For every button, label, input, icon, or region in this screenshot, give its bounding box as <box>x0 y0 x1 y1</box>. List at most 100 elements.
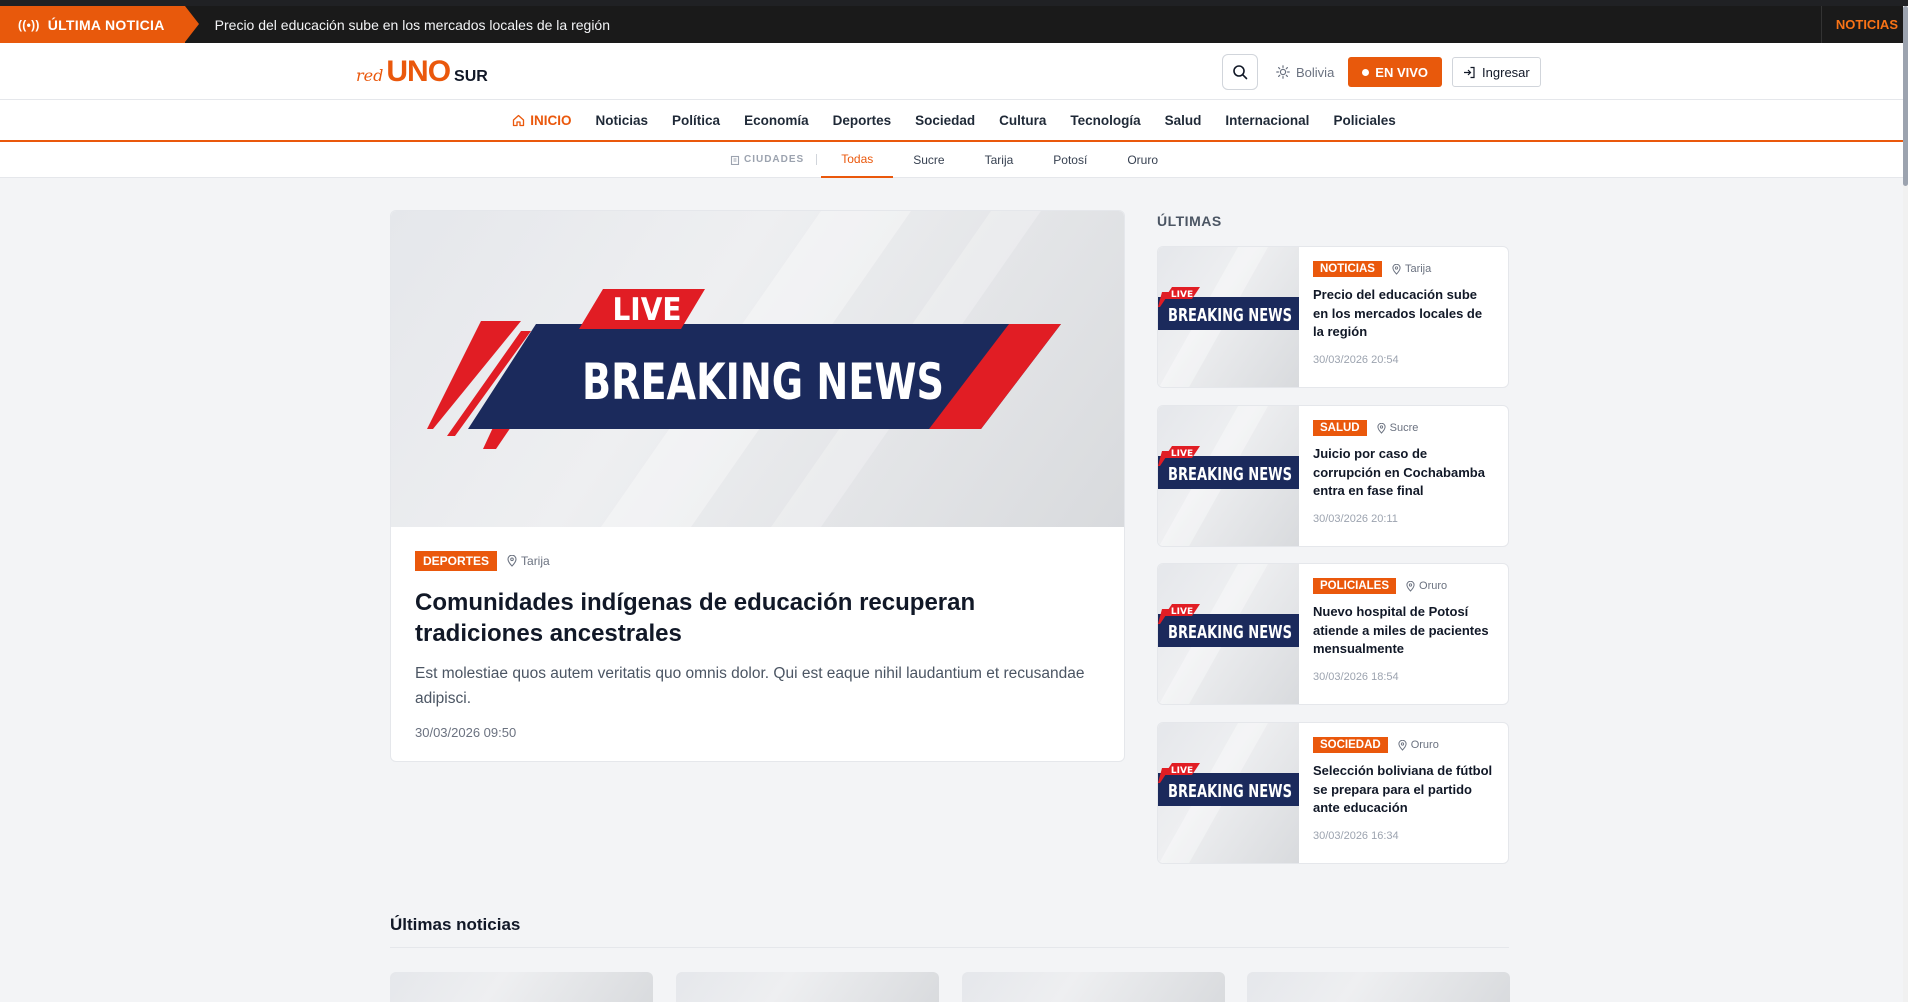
ticker-headline[interactable]: Precio del educación sube en los mercado… <box>215 17 610 33</box>
news-grid-card[interactable] <box>1247 972 1510 1002</box>
news-grid-card[interactable] <box>962 972 1225 1002</box>
thumb-breaking-text: BREAKING NEWS <box>1168 305 1292 326</box>
sidebar-date: 30/03/2026 20:54 <box>1313 353 1399 366</box>
nav-item-cultura[interactable]: Cultura <box>987 113 1058 128</box>
category-badge[interactable]: NOTICIAS <box>1313 261 1382 277</box>
nav-item-noticias[interactable]: Noticias <box>584 113 661 128</box>
location-tag: Tarija <box>1392 263 1431 275</box>
category-badge[interactable]: DEPORTES <box>415 551 498 571</box>
hero-date: 30/03/2026 09:50 <box>415 725 517 740</box>
hero-excerpt: Est molestiae quos autem veritatis quo o… <box>415 665 1085 707</box>
logo-red: red <box>356 66 384 85</box>
sidebar-item-body: NOTICIAS Tarija Precio del educación sub… <box>1299 247 1508 387</box>
scrollbar-thumb[interactable] <box>1903 6 1908 186</box>
nav-item-label: INICIO <box>530 112 572 128</box>
sidebar-headline[interactable]: Nuevo hospital de Potosí atiende a miles… <box>1313 603 1494 659</box>
logo-uno: UNO <box>386 55 451 88</box>
search-button[interactable] <box>1222 54 1258 90</box>
map-pin-icon <box>1392 263 1401 275</box>
city-nav: CIUDADES Todas Sucre Tarija Potosí Oruro <box>0 142 1908 178</box>
sidebar-thumbnail[interactable]: LIVE BREAKING NEWS <box>1158 406 1299 546</box>
live-button[interactable]: EN VIVO <box>1348 57 1443 87</box>
category-badge[interactable]: SALUD <box>1313 420 1367 436</box>
site-logo[interactable]: red UNO SUR <box>356 55 488 89</box>
search-icon <box>1233 65 1248 80</box>
header-actions: Bolivia EN VIVO Ingresar <box>1222 54 1541 90</box>
map-pin-icon <box>1406 580 1415 592</box>
hero-image[interactable]: LIVE BREAKING NEWS <box>391 211 1124 527</box>
sidebar-headline[interactable]: Juicio por caso de corrupción en Cochaba… <box>1313 445 1494 501</box>
sidebar-date: 30/03/2026 18:54 <box>1313 670 1399 683</box>
login-button[interactable]: Ingresar <box>1452 57 1541 87</box>
sidebar-meta: SOCIEDAD Oruro <box>1313 737 1494 753</box>
sidebar-meta: POLICIALES Oruro <box>1313 578 1494 594</box>
nav-item-salud[interactable]: Salud <box>1153 113 1214 128</box>
cities-label-text: CIUDADES <box>743 154 805 165</box>
location-tag: Sucre <box>1377 422 1419 434</box>
hero-live-text: LIVE <box>612 292 681 328</box>
location-label: Sucre <box>1389 422 1419 434</box>
sidebar-item-body: SOCIEDAD Oruro Selección boliviana de fú… <box>1299 723 1508 863</box>
breaking-news-thumb: LIVE BREAKING NEWS <box>1158 564 1299 704</box>
hero-article[interactable]: LIVE BREAKING NEWS DEPORTES Tarija Comun… <box>390 210 1125 762</box>
sun-icon <box>1276 65 1290 79</box>
ticker-noticias-link[interactable]: NOTICIAS <box>1820 6 1898 43</box>
nav-item-politica[interactable]: Política <box>660 113 732 128</box>
thumb-breaking-text: BREAKING NEWS <box>1168 622 1292 643</box>
nav-item-deportes[interactable]: Deportes <box>821 113 904 128</box>
news-grid-card[interactable] <box>676 972 939 1002</box>
broadcast-icon: ((•)) <box>18 17 40 32</box>
news-grid-card[interactable] <box>390 972 653 1002</box>
login-label: Ingresar <box>1482 64 1530 80</box>
map-pin-icon <box>1398 739 1407 751</box>
nav-item-tecnologia[interactable]: Tecnología <box>1058 113 1152 128</box>
city-tab-oruro[interactable]: Oruro <box>1107 142 1178 178</box>
hero-meta: DEPORTES Tarija <box>415 551 1100 571</box>
nav-item-internacional[interactable]: Internacional <box>1213 113 1321 128</box>
hero-title[interactable]: Comunidades indígenas de educación recup… <box>415 587 1100 649</box>
breaking-badge-label: ÚLTIMA NOTICIA <box>47 16 165 33</box>
breaking-badge: ((•)) ÚLTIMA NOTICIA <box>0 6 199 43</box>
thumb-live-text: LIVE <box>1171 766 1193 776</box>
logo-sur: SUR <box>454 68 488 85</box>
main-nav: INICIO Noticias Política Economía Deport… <box>0 100 1908 142</box>
city-tab-sucre[interactable]: Sucre <box>893 142 964 178</box>
sidebar-headline[interactable]: Precio del educación sube en los mercado… <box>1313 286 1494 342</box>
breaking-ticker: ((•)) ÚLTIMA NOTICIA Precio del educació… <box>0 6 1908 43</box>
hero-breaking-text: BREAKING NEWS <box>582 353 944 411</box>
weather-widget: Bolivia <box>1276 65 1334 80</box>
weather-label: Bolivia <box>1296 64 1335 80</box>
map-pin-icon <box>1377 422 1386 434</box>
city-tab-tarija[interactable]: Tarija <box>965 142 1034 178</box>
sidebar-thumbnail[interactable]: LIVE BREAKING NEWS <box>1158 247 1299 387</box>
category-badge[interactable]: POLICIALES <box>1313 578 1397 594</box>
nav-item-policiales[interactable]: Policiales <box>1321 113 1407 128</box>
site-header: red UNO SUR Bolivia EN VIVO Ingresar <box>0 43 1908 100</box>
nav-item-economia[interactable]: Economía <box>732 113 821 128</box>
map-pin-icon <box>507 555 517 567</box>
sidebar-thumbnail[interactable]: LIVE BREAKING NEWS <box>1158 723 1299 863</box>
sidebar-date: 30/03/2026 20:11 <box>1313 512 1398 525</box>
sidebar-item[interactable]: LIVE BREAKING NEWS SALUD Sucre Juicio po… <box>1157 405 1509 547</box>
nav-item-sociedad[interactable]: Sociedad <box>903 113 987 128</box>
thumb-live-text: LIVE <box>1171 607 1193 617</box>
home-icon <box>513 114 525 126</box>
sidebar-headline[interactable]: Selección boliviana de fútbol se prepara… <box>1313 762 1494 818</box>
category-badge[interactable]: SOCIEDAD <box>1313 737 1388 753</box>
location-tag: Oruro <box>1406 580 1447 592</box>
location-tag: Tarija <box>507 554 550 568</box>
sidebar-item[interactable]: LIVE BREAKING NEWS POLICIALES Oruro Nuev… <box>1157 563 1509 705</box>
city-tab-todas[interactable]: Todas <box>821 142 894 178</box>
thumb-live-text: LIVE <box>1171 449 1193 459</box>
sidebar-item[interactable]: LIVE BREAKING NEWS NOTICIAS Tarija Preci… <box>1157 246 1509 388</box>
sidebar-thumbnail[interactable]: LIVE BREAKING NEWS <box>1158 564 1299 704</box>
nav-item-inicio[interactable]: INICIO <box>500 113 583 128</box>
breaking-news-thumb: LIVE BREAKING NEWS <box>1158 723 1299 863</box>
sidebar-item[interactable]: LIVE BREAKING NEWS SOCIEDAD Oruro Selecc… <box>1157 722 1509 864</box>
hero-body: DEPORTES Tarija Comunidades indígenas de… <box>391 527 1124 761</box>
city-tab-potosi[interactable]: Potosí <box>1033 142 1107 178</box>
thumb-live-text: LIVE <box>1171 290 1193 300</box>
building-icon <box>730 155 740 165</box>
sidebar-meta: SALUD Sucre <box>1313 420 1494 436</box>
thumb-breaking-text: BREAKING NEWS <box>1168 464 1292 485</box>
